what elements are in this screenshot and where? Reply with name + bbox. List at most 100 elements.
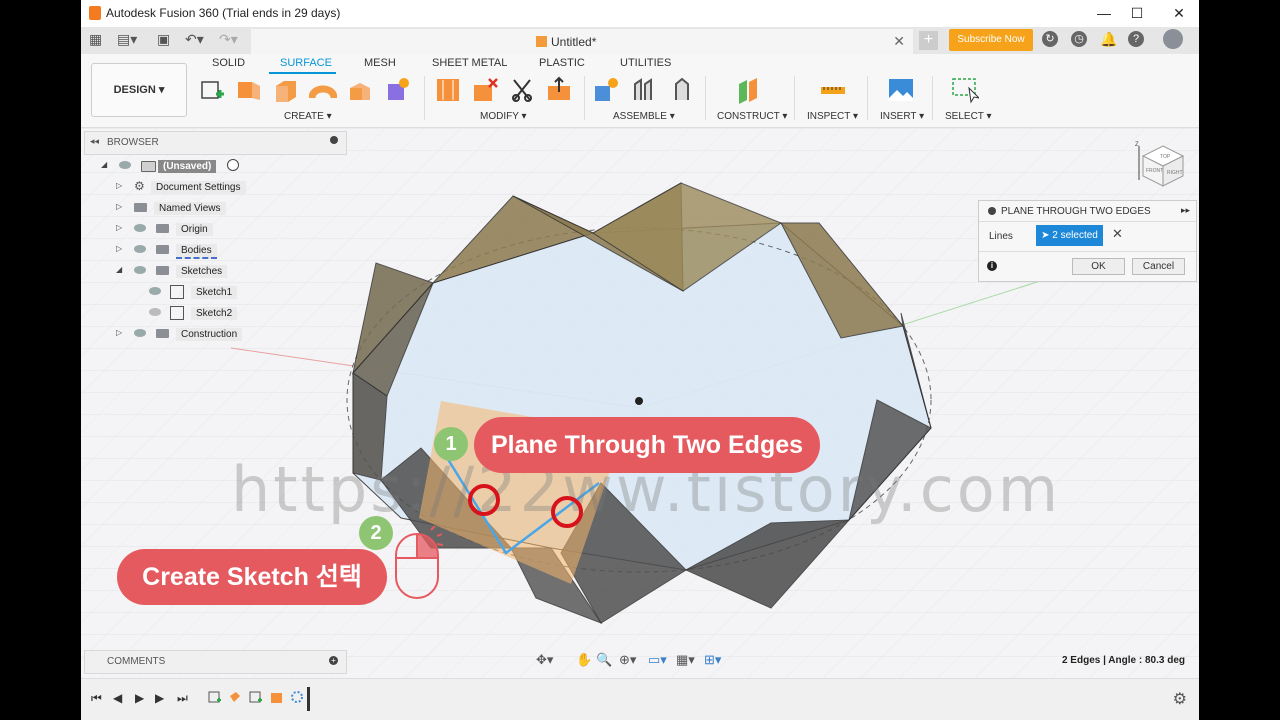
- clear-selection-icon[interactable]: ✕: [1112, 226, 1123, 242]
- browser-minimize-icon[interactable]: [330, 136, 338, 144]
- dialog-minimize-icon[interactable]: [988, 207, 996, 215]
- loft-icon[interactable]: [346, 76, 374, 104]
- tab-surface[interactable]: SURFACE: [280, 57, 332, 69]
- zoom-icon[interactable]: 🔍: [596, 652, 612, 668]
- timeline-extrude-icon[interactable]: [228, 690, 242, 704]
- tab-solid[interactable]: SOLID: [212, 57, 245, 69]
- redo-icon[interactable]: ↷▾: [219, 31, 238, 48]
- select-icon[interactable]: [951, 76, 979, 104]
- cancel-button[interactable]: Cancel: [1132, 258, 1185, 275]
- timeline-sketch2-icon[interactable]: [249, 690, 263, 704]
- expand-arrow-icon[interactable]: ▷: [116, 244, 122, 253]
- inspect-group-label[interactable]: INSPECT ▾: [807, 111, 858, 122]
- visibility-eye-icon[interactable]: [134, 245, 146, 253]
- expand-arrow-icon[interactable]: ▷: [116, 328, 122, 337]
- add-comment-icon[interactable]: +: [329, 656, 338, 665]
- browser-panel-header[interactable]: ◂◂ BROWSER: [84, 131, 347, 155]
- collapse-browser-icon[interactable]: ◂◂: [90, 136, 99, 147]
- joint-icon[interactable]: [631, 76, 659, 104]
- expand-arrow-icon[interactable]: ▷: [116, 223, 122, 232]
- fit-view-icon[interactable]: ⊕▾: [619, 652, 636, 668]
- select-group-label[interactable]: SELECT ▾: [945, 111, 992, 122]
- new-component-icon[interactable]: [592, 76, 620, 104]
- dialog-header[interactable]: PLANE THROUGH TWO EDGES ▸▸: [979, 201, 1196, 222]
- pan-hand-icon[interactable]: ✋: [576, 652, 592, 668]
- tab-untitled[interactable]: Untitled* ✕: [251, 29, 913, 54]
- collapse-arrow-icon[interactable]: ◢: [116, 265, 122, 274]
- tab-sheet-metal[interactable]: SHEET METAL: [432, 57, 507, 69]
- timeline-pattern-icon[interactable]: [290, 690, 304, 704]
- go-to-end-icon[interactable]: ⏭: [177, 691, 188, 706]
- extrude-icon[interactable]: [235, 76, 263, 104]
- timeline-sketch-icon[interactable]: [208, 690, 222, 704]
- extensions-icon[interactable]: ↻: [1042, 31, 1058, 47]
- expand-arrow-icon[interactable]: ◢: [101, 160, 107, 169]
- close-window-button[interactable]: ✕: [1164, 3, 1194, 23]
- patch-icon[interactable]: [383, 76, 411, 104]
- as-built-joint-icon[interactable]: [668, 76, 696, 104]
- create-group-label[interactable]: CREATE ▾: [284, 111, 332, 122]
- visibility-eye-icon[interactable]: [149, 287, 161, 295]
- avatar[interactable]: [1163, 29, 1183, 49]
- dialog-expand-icon[interactable]: ▸▸: [1181, 205, 1190, 216]
- create-sketch-icon[interactable]: [198, 76, 226, 104]
- step-forward-icon[interactable]: ▶: [155, 691, 164, 705]
- tab-plastic[interactable]: PLASTIC: [539, 57, 585, 69]
- timeline-patch-icon[interactable]: [270, 690, 284, 704]
- workspace-switcher[interactable]: DESIGN ▾: [91, 63, 187, 117]
- lines-selection-field[interactable]: ➤ 2 selected: [1036, 225, 1103, 246]
- expand-arrow-icon[interactable]: ▷: [116, 202, 122, 211]
- expand-arrow-icon[interactable]: ▷: [116, 181, 122, 190]
- step-back-icon[interactable]: ◀: [113, 691, 122, 705]
- new-tab-button[interactable]: +: [919, 31, 938, 50]
- job-status-icon[interactable]: ◷: [1071, 31, 1087, 47]
- undo-icon[interactable]: ↶▾: [185, 31, 204, 48]
- comments-panel-header[interactable]: COMMENTS +: [84, 650, 347, 674]
- maximize-button[interactable]: ☐: [1122, 3, 1152, 23]
- active-radio-icon[interactable]: [227, 159, 239, 171]
- viewports-icon[interactable]: ⊞▾: [704, 652, 721, 668]
- view-cube-top[interactable]: TOP: [1160, 154, 1171, 160]
- save-icon[interactable]: ▣: [157, 31, 170, 48]
- construct-group-label[interactable]: CONSTRUCT ▾: [717, 111, 787, 122]
- offset-plane-icon[interactable]: [735, 76, 763, 104]
- play-icon[interactable]: ▶: [135, 691, 144, 705]
- timeline-marker[interactable]: [307, 687, 310, 711]
- sweep-icon[interactable]: [309, 76, 337, 104]
- view-cube-front[interactable]: FRONT: [1146, 168, 1163, 174]
- display-settings-icon[interactable]: ▭▾: [648, 652, 667, 668]
- visibility-eye-icon[interactable]: [119, 161, 131, 169]
- minimize-button[interactable]: —: [1089, 3, 1119, 23]
- insert-image-icon[interactable]: [887, 76, 915, 104]
- subscribe-button[interactable]: Subscribe Now: [949, 29, 1033, 51]
- file-menu-icon[interactable]: ▤▾: [117, 31, 137, 48]
- help-icon[interactable]: ?: [1128, 31, 1144, 47]
- notifications-icon[interactable]: 🔔: [1100, 31, 1117, 47]
- hidden-eye-icon[interactable]: [149, 308, 161, 316]
- modify-group-label[interactable]: MODIFY ▾: [480, 111, 527, 122]
- close-tab-icon[interactable]: ✕: [893, 33, 905, 50]
- grid-settings-icon[interactable]: ▦▾: [676, 652, 695, 668]
- measure-icon[interactable]: [819, 76, 847, 104]
- assemble-group-label[interactable]: ASSEMBLE ▾: [613, 111, 675, 122]
- move-copy-icon[interactable]: [545, 76, 573, 104]
- canvas-viewport[interactable]: Z TOP FRONT RIGHT ◂◂ BROWSER ◢ (Unsaved)…: [81, 128, 1199, 678]
- visibility-eye-icon[interactable]: [134, 266, 146, 274]
- info-icon[interactable]: i: [987, 261, 997, 271]
- go-to-start-icon[interactable]: ⏮: [91, 691, 102, 706]
- grid-menu-icon[interactable]: ▦: [89, 31, 102, 48]
- split-body-icon[interactable]: [508, 76, 536, 104]
- press-pull-icon[interactable]: [434, 76, 462, 104]
- ok-button[interactable]: OK: [1072, 258, 1125, 275]
- tab-utilities[interactable]: UTILITIES: [620, 57, 671, 69]
- view-cube[interactable]: Z TOP FRONT RIGHT: [1131, 136, 1187, 194]
- visibility-eye-icon[interactable]: [134, 329, 146, 337]
- revolve-icon[interactable]: [272, 76, 300, 104]
- timeline-settings-gear-icon[interactable]: ⚙: [1173, 689, 1187, 709]
- orbit-icon[interactable]: ✥▾: [536, 652, 553, 668]
- trim-icon[interactable]: [471, 76, 499, 104]
- visibility-eye-icon[interactable]: [134, 224, 146, 232]
- view-cube-right[interactable]: RIGHT: [1167, 170, 1183, 176]
- tab-mesh[interactable]: MESH: [364, 57, 396, 69]
- insert-group-label[interactable]: INSERT ▾: [880, 111, 924, 122]
